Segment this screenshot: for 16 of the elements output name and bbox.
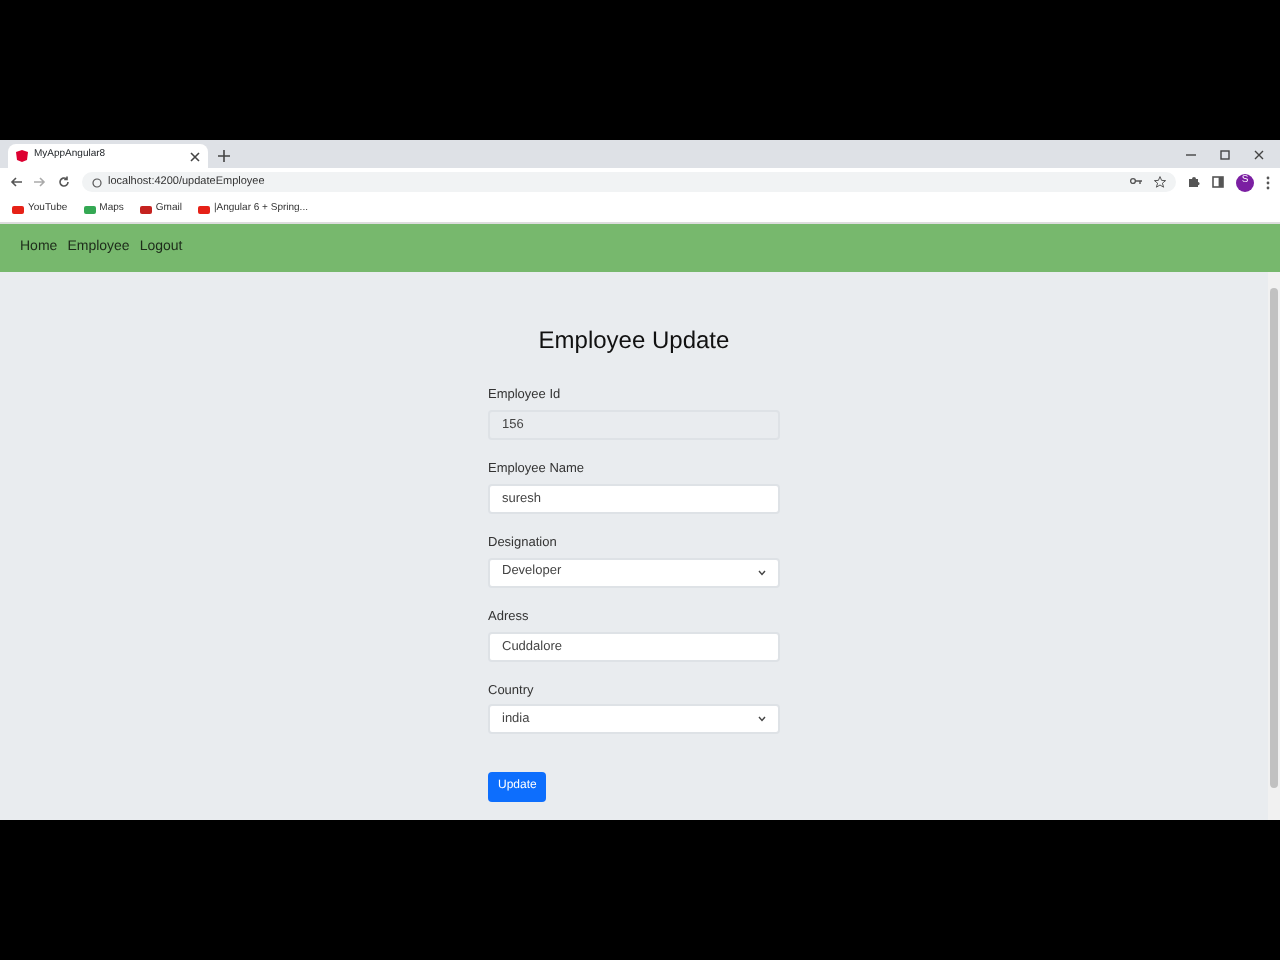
caret-icon [758,716,766,723]
new-tab-icon[interactable] [218,150,230,162]
form-title: Employee Update [536,326,732,355]
maximize-icon[interactable] [1220,149,1230,159]
sidebar-icon[interactable] [1212,176,1224,188]
caret-icon [758,569,766,576]
back-icon[interactable] [10,176,22,188]
angular-icon [16,150,28,162]
star-icon[interactable] [1154,176,1166,188]
puzzle-icon[interactable] [1188,176,1200,188]
key-icon[interactable] [1130,176,1142,186]
minimize-icon[interactable] [1186,149,1196,159]
scrollbar-thumb[interactable] [1270,288,1278,788]
close-icon[interactable] [190,151,200,161]
reload-icon[interactable] [58,176,70,188]
close-icon[interactable] [1254,149,1264,159]
